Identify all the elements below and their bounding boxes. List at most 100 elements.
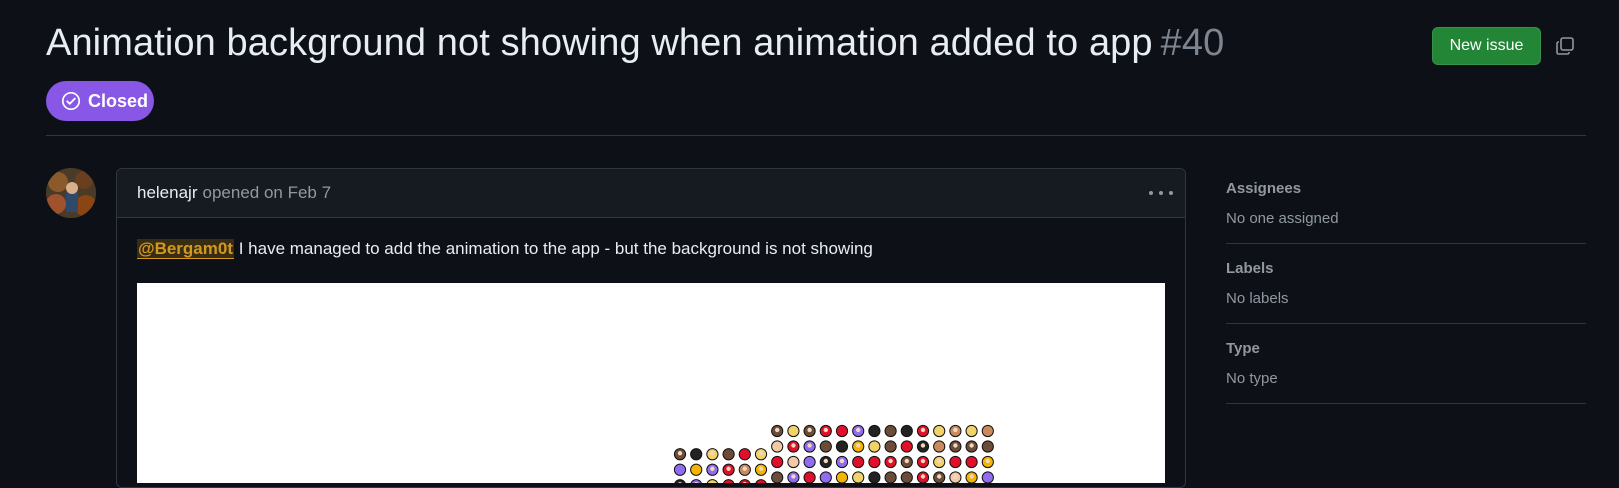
type-heading[interactable]: Type [1226, 340, 1586, 357]
assignees-section: Assignees No one assigned [1226, 180, 1586, 244]
comment-text: I have managed to add the animation to t… [238, 239, 873, 258]
figure-glyph [803, 471, 816, 484]
status-badge: Closed [46, 81, 154, 121]
issue-title: Animation background not showing when an… [46, 22, 1224, 65]
figure-glyph [949, 471, 962, 484]
figure-glyph [852, 455, 865, 469]
figure-glyph [754, 479, 768, 488]
figure-glyph [868, 424, 881, 438]
figure-glyph [706, 448, 719, 461]
author-avatar[interactable] [46, 168, 96, 218]
figure-glyph [673, 463, 687, 476]
comment-author[interactable]: helenajr [137, 183, 198, 203]
figure-glyph [933, 471, 946, 484]
labels-heading[interactable]: Labels [1226, 260, 1586, 277]
figure-glyph [803, 455, 816, 469]
attached-screenshot[interactable] [137, 283, 1165, 488]
type-value: No type [1226, 370, 1278, 387]
figure-glyph [933, 455, 946, 469]
figure-glyph [916, 440, 930, 453]
figure-glyph [868, 440, 881, 453]
figure-glyph [722, 448, 735, 461]
issue-comment: helenajr opened on Feb 7 @Bergam0t I hav… [116, 168, 1186, 488]
figure-glyph [787, 455, 800, 469]
figure-glyph [868, 455, 881, 469]
figure-glyph [949, 455, 962, 469]
figure-glyph [706, 479, 719, 488]
figure-glyph [738, 479, 751, 488]
figure-glyph [916, 455, 930, 469]
figure-glyph [949, 424, 962, 438]
comment-timestamp[interactable]: opened on Feb 7 [203, 183, 332, 203]
figure-glyph [754, 463, 768, 476]
figure-glyph [673, 479, 687, 488]
type-section: Type No type [1226, 340, 1586, 404]
figure-glyph [965, 471, 978, 484]
figure-glyph [900, 424, 913, 438]
figure-glyph [835, 471, 849, 484]
assignees-value: No one assigned [1226, 210, 1339, 227]
figure-glyph [819, 440, 832, 453]
figure-glyph [900, 471, 913, 484]
figure-glyph [835, 440, 849, 453]
figure-glyph [884, 471, 897, 484]
figure-glyph [722, 463, 735, 476]
user-mention-link[interactable]: @Bergam0t [137, 239, 234, 259]
figure-glyph [819, 455, 832, 469]
figure-glyph [722, 479, 735, 488]
figure-glyph [900, 440, 913, 453]
new-issue-button[interactable]: New issue [1432, 27, 1541, 65]
figure-glyph [916, 471, 930, 484]
figure-glyph [981, 440, 994, 453]
figure-glyph [787, 471, 800, 484]
figure-glyph [981, 424, 994, 438]
figure-glyph [981, 471, 994, 484]
figure-glyph [852, 440, 865, 453]
figure-glyph [771, 440, 784, 453]
figure-glyph [819, 471, 832, 484]
figure-glyph [933, 424, 946, 438]
figure-glyph [787, 424, 800, 438]
figure-glyph [900, 455, 913, 469]
figure-glyph [673, 448, 687, 461]
figure-glyph [981, 455, 994, 469]
issue-sidebar: Assignees No one assigned Labels No labe… [1226, 180, 1586, 420]
figure-glyph [771, 471, 784, 484]
figure-glyph [868, 471, 881, 484]
figure-glyph [690, 448, 703, 461]
figure-glyph [835, 455, 849, 469]
figure-glyph [819, 424, 832, 438]
figure-glyph [690, 463, 703, 476]
issue-title-text: Animation background not showing when an… [46, 22, 1153, 64]
figure-glyph [916, 424, 930, 438]
comment-header: helenajr opened on Feb 7 [117, 169, 1185, 218]
figure-glyph [771, 424, 784, 438]
figure-glyph [852, 471, 865, 484]
figure-glyph [803, 424, 816, 438]
figure-glyph [884, 440, 897, 453]
comment-body: @Bergam0t I have managed to add the anim… [117, 218, 1185, 259]
assignees-heading[interactable]: Assignees [1226, 180, 1586, 197]
figure-glyph [835, 424, 849, 438]
figure-glyph [771, 455, 784, 469]
figure-glyph [933, 440, 946, 453]
labels-value: No labels [1226, 290, 1289, 307]
issue-number: #40 [1160, 22, 1225, 64]
check-circle-icon [61, 91, 81, 111]
figure-glyph [803, 440, 816, 453]
status-label: Closed [88, 90, 149, 111]
figure-glyph [965, 424, 978, 438]
figure-glyph [965, 455, 978, 469]
header-divider [46, 135, 1586, 136]
figure-glyph [884, 424, 897, 438]
figure-glyph [706, 463, 719, 476]
figure-glyph [754, 448, 768, 461]
labels-section: Labels No labels [1226, 260, 1586, 324]
figure-glyph [965, 440, 978, 453]
figure-glyph [738, 463, 751, 476]
copy-icon[interactable] [1555, 36, 1575, 56]
figure-glyph [690, 479, 703, 488]
kebab-menu-icon[interactable] [1149, 183, 1173, 203]
figure-glyph [852, 424, 865, 438]
figure-glyph [949, 440, 962, 453]
